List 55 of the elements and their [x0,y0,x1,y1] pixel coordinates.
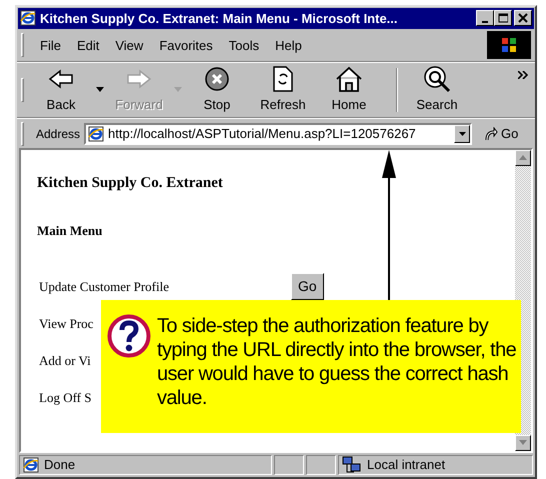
address-label: Address [36,126,80,143]
menu-item[interactable]: Tools [220,36,268,55]
go-arrow-icon [484,126,498,141]
section-heading: Main Menu [37,222,104,240]
scroll-up-button[interactable] [515,150,531,166]
browser-icon [20,10,36,26]
menu-item[interactable]: File [32,36,69,55]
refresh-icon [272,66,294,92]
dropdown-button[interactable] [454,124,470,143]
caret-icon [174,87,182,92]
toolbar-button[interactable]: Refresh [254,65,312,115]
menu-item[interactable]: Favorites [151,36,221,55]
close-icon [518,13,528,24]
status-text: Done [44,456,76,474]
window-title: Kitchen Supply Co. Extranet: Main Menu - Microsoft Inte... [40,10,399,28]
forward-arrow-icon [126,68,152,90]
page-heading: Kitchen Supply Co. Extranet [37,174,224,194]
down-arrow-icon [519,440,527,446]
menu-option: View Proc [39,316,94,331]
callout-text: To side-step the authorization feature by typing the URL directly into the browser, the user would have to guess the correct hash value. [157,314,517,412]
status-panel [274,455,304,476]
go-button[interactable]: Go [484,124,518,144]
address-field[interactable]: http://localhost/ASPTutorial/Menu.asp?LI=120576267 [84,122,472,145]
zone-text: Local intranet [367,456,446,474]
page-icon [88,126,104,142]
house-icon [335,66,363,92]
menu-item[interactable]: Edit [68,36,108,55]
search-icon [423,65,451,94]
back-arrow-icon [48,68,74,90]
page-icon [23,457,39,474]
up-arrow-icon [519,155,527,160]
toolbar-button[interactable]: Home [320,65,378,115]
caret-icon [458,132,466,136]
windows-logo-icon [501,37,517,54]
maximize-button[interactable] [494,10,512,26]
close-button[interactable] [514,10,532,26]
menu-item[interactable]: View [107,36,152,55]
menu-option: Update Customer Profile [39,278,169,294]
scroll-down-button[interactable] [515,435,531,452]
maximize-icon [498,13,508,24]
chevron-icon [518,71,528,80]
menu-item[interactable]: Help [267,36,310,55]
network-computers-icon [342,456,362,474]
toolbar-button[interactable]: Stop [188,65,246,115]
caret-icon [96,87,104,92]
stop-icon [204,66,230,92]
menu-option: Log Off S [39,390,92,405]
minimize-button[interactable] [476,10,494,26]
status-panel [306,455,336,476]
minimize-icon [482,21,488,24]
question-mark-icon [107,314,151,358]
toolbar-button[interactable]: Back [32,65,90,115]
menu-option: Add or Vi [39,352,91,368]
toolbar-button[interactable]: Search [408,65,466,115]
go-button[interactable]: Go [291,273,324,300]
